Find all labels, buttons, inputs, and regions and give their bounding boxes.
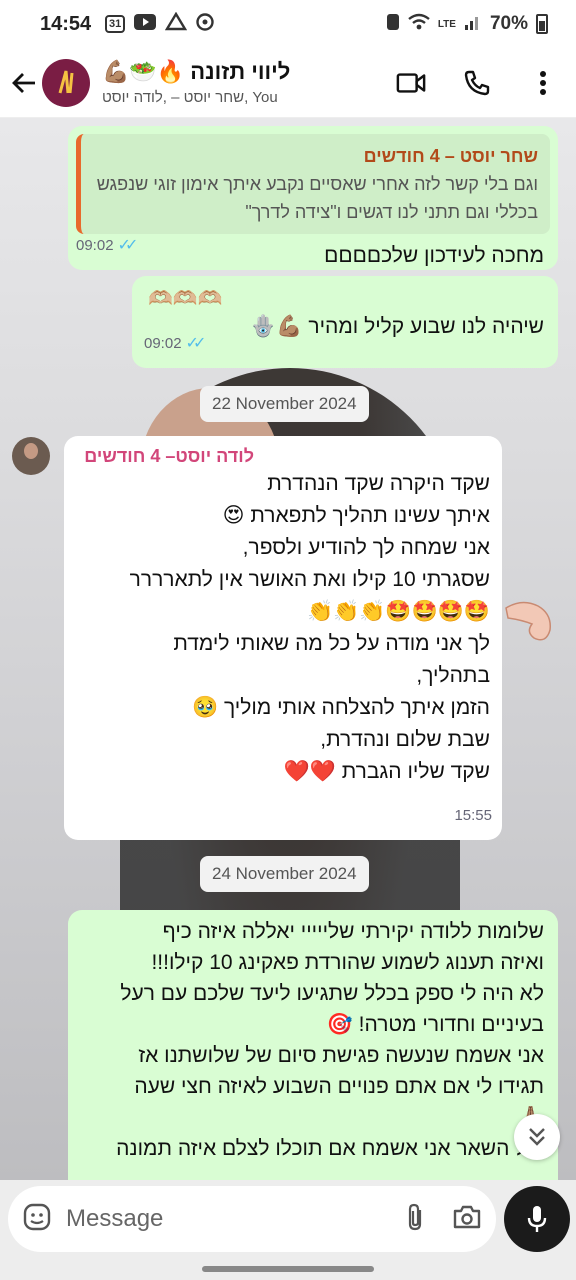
- message-line: תגידו לי אם אתם פנויים השבוע לאיזה חצי ש…: [134, 1075, 544, 1098]
- status-bar: 14:54 31 LTE 70%: [0, 0, 576, 48]
- message-line: איתך עשינו תהליך לתפארת 😍: [222, 504, 490, 527]
- group-avatar[interactable]: [42, 58, 90, 107]
- sender-name: לודה יוסט– 4 חודשים: [84, 446, 254, 466]
- message-line: שסגרתי 10 קילו ואת האושר אין לתארררר: [129, 568, 490, 591]
- video-call-icon: [396, 72, 426, 93]
- calendar-icon: 31: [105, 15, 126, 33]
- sticker-icon[interactable]: [22, 1202, 52, 1237]
- message-meta: 09:02 ✓✓: [144, 328, 207, 360]
- battery-icon: [536, 14, 548, 34]
- paperclip-icon[interactable]: [404, 1202, 426, 1237]
- message-placeholder: Message: [66, 1205, 164, 1232]
- status-system-icons: LTE 70%: [386, 12, 548, 37]
- sender-avatar[interactable]: [12, 437, 50, 475]
- chat-header: ליווי תזונה 🔥🥗💪🏽 שחר יוסט – ,לודה יוסט, …: [0, 48, 576, 118]
- youtube-icon: [133, 13, 157, 36]
- more-options-button[interactable]: [528, 68, 558, 98]
- message-line: שבת שלום ונהדרת,: [320, 728, 490, 751]
- voice-call-button[interactable]: [462, 68, 492, 98]
- chat-info[interactable]: ליווי תזונה 🔥🥗💪🏽 שחר יוסט – ,לודה יוסט, …: [102, 59, 396, 106]
- read-receipt-icon: ✓✓: [185, 335, 207, 352]
- message-line: בעיניים וחדורי מטרה! 🎯: [326, 1013, 544, 1036]
- message-line: 👏👏👏🤩🤩🤩🤩: [306, 600, 490, 623]
- message-line: בתהליך,: [416, 664, 490, 687]
- home-gesture-pill[interactable]: [202, 1266, 374, 1272]
- message-meta: 15:55: [454, 800, 492, 832]
- header-actions: [396, 68, 558, 98]
- status-notification-icons: 31: [105, 11, 215, 37]
- voice-message-button[interactable]: [504, 1186, 570, 1252]
- battery-percent: 70%: [489, 13, 528, 34]
- back-button[interactable]: [8, 63, 40, 103]
- message-composer: Message: [0, 1180, 576, 1262]
- message-bubble[interactable]: לודה יוסט– 4 חודשים שקד היקרה שקד הנהדרת…: [64, 436, 502, 840]
- phone-icon: [464, 70, 490, 95]
- message-line: לא היה לי ספק בכלל שתגיעו ליעד שלכם עם ר…: [120, 982, 544, 1005]
- date-separator: 22 November 2024: [200, 386, 369, 422]
- message-line: לך אני מודה על כל מה שאותי לימדת: [173, 632, 490, 655]
- video-call-button[interactable]: [396, 68, 426, 98]
- status-time: 14:54: [40, 12, 92, 35]
- chat-participants: שחר יוסט – ,לודה יוסט, You: [102, 89, 278, 106]
- message-time: 15:55: [454, 807, 492, 824]
- scroll-to-bottom-button[interactable]: [514, 1114, 560, 1160]
- network-type: LTE: [437, 18, 456, 30]
- read-receipt-icon: ✓✓: [117, 237, 139, 254]
- emoji-line: 🫶🏼🫶🏼🫶🏼: [148, 288, 223, 310]
- message-line: ובל השאר אני אשמח אם תוכלו לצלם איזה תמו…: [116, 1137, 544, 1160]
- message-line: הזמן איתך להצלחה אותי מוליך 🥹: [192, 696, 490, 719]
- message-line: ואיזה תענוג לשמוע שהורדת פאקינג 10 קילו!…: [151, 951, 544, 974]
- quoted-message[interactable]: שחר יוסט – 4 חודשים וגם בלי קשר לזה אחרי…: [76, 134, 550, 234]
- drive-icon: [165, 11, 188, 37]
- message-line: שקד היקרה שקד הנהדרת: [267, 472, 490, 495]
- message-line: שלומות ללודה יקירתי שלייייי יאללה איזה כ…: [162, 920, 544, 943]
- message-line: 🙏🏽: [82, 1102, 544, 1133]
- message-bubble[interactable]: 🫶🏼🫶🏼🫶🏼 שיהיה לנו שבוע קליל ומהיר 💪🏽🪬 09:…: [132, 276, 558, 368]
- chat-area[interactable]: שחר יוסט – 4 חודשים וגם בלי קשר לזה אחרי…: [0, 118, 576, 1180]
- message-text: שיהיה לנו שבוע קליל ומהיר 💪🏽🪬: [250, 315, 544, 338]
- message-bubble[interactable]: שלומות ללודה יקירתי שלייייי יאללה איזה כ…: [68, 910, 558, 1180]
- message-time: 09:02: [144, 335, 182, 352]
- message-line: אני שמחה לך להודיע ולספר,: [242, 536, 490, 559]
- nfc-icon: [386, 12, 400, 37]
- arrow-left-icon: [12, 72, 35, 93]
- message-bubble[interactable]: שחר יוסט – 4 חודשים וגם בלי קשר לזה אחרי…: [68, 126, 558, 270]
- quote-text: וגם בלי קשר לזה אחרי שאסיים נקבע איתך אי…: [96, 174, 538, 222]
- quote-author: שחר יוסט – 4 חודשים: [363, 146, 538, 166]
- signal-icon: [464, 13, 482, 36]
- sync-icon: [195, 12, 215, 37]
- more-vert-icon: [540, 70, 546, 95]
- camera-icon[interactable]: [452, 1204, 482, 1235]
- message-meta: 09:02 ✓✓: [76, 230, 139, 262]
- wave-hand-icon: [502, 588, 558, 648]
- wifi-icon: [408, 13, 430, 36]
- message-text: מחכה לעידכון שלכםםםם: [324, 244, 544, 267]
- chat-title: ליווי תזונה 🔥🥗💪🏽: [102, 59, 291, 84]
- message-line: שקד שליו הגברת ❤️❤️: [283, 760, 490, 783]
- message-line: אני אשמח שנעשה פגישת סיום של שלושתנו אז: [138, 1044, 544, 1067]
- microphone-icon: [527, 1206, 547, 1232]
- message-input[interactable]: Message: [8, 1186, 496, 1252]
- date-separator: 24 November 2024: [200, 856, 369, 892]
- message-time: 09:02: [76, 237, 114, 254]
- chevron-double-down-icon: [529, 1128, 545, 1146]
- group-logo-icon: [58, 70, 74, 93]
